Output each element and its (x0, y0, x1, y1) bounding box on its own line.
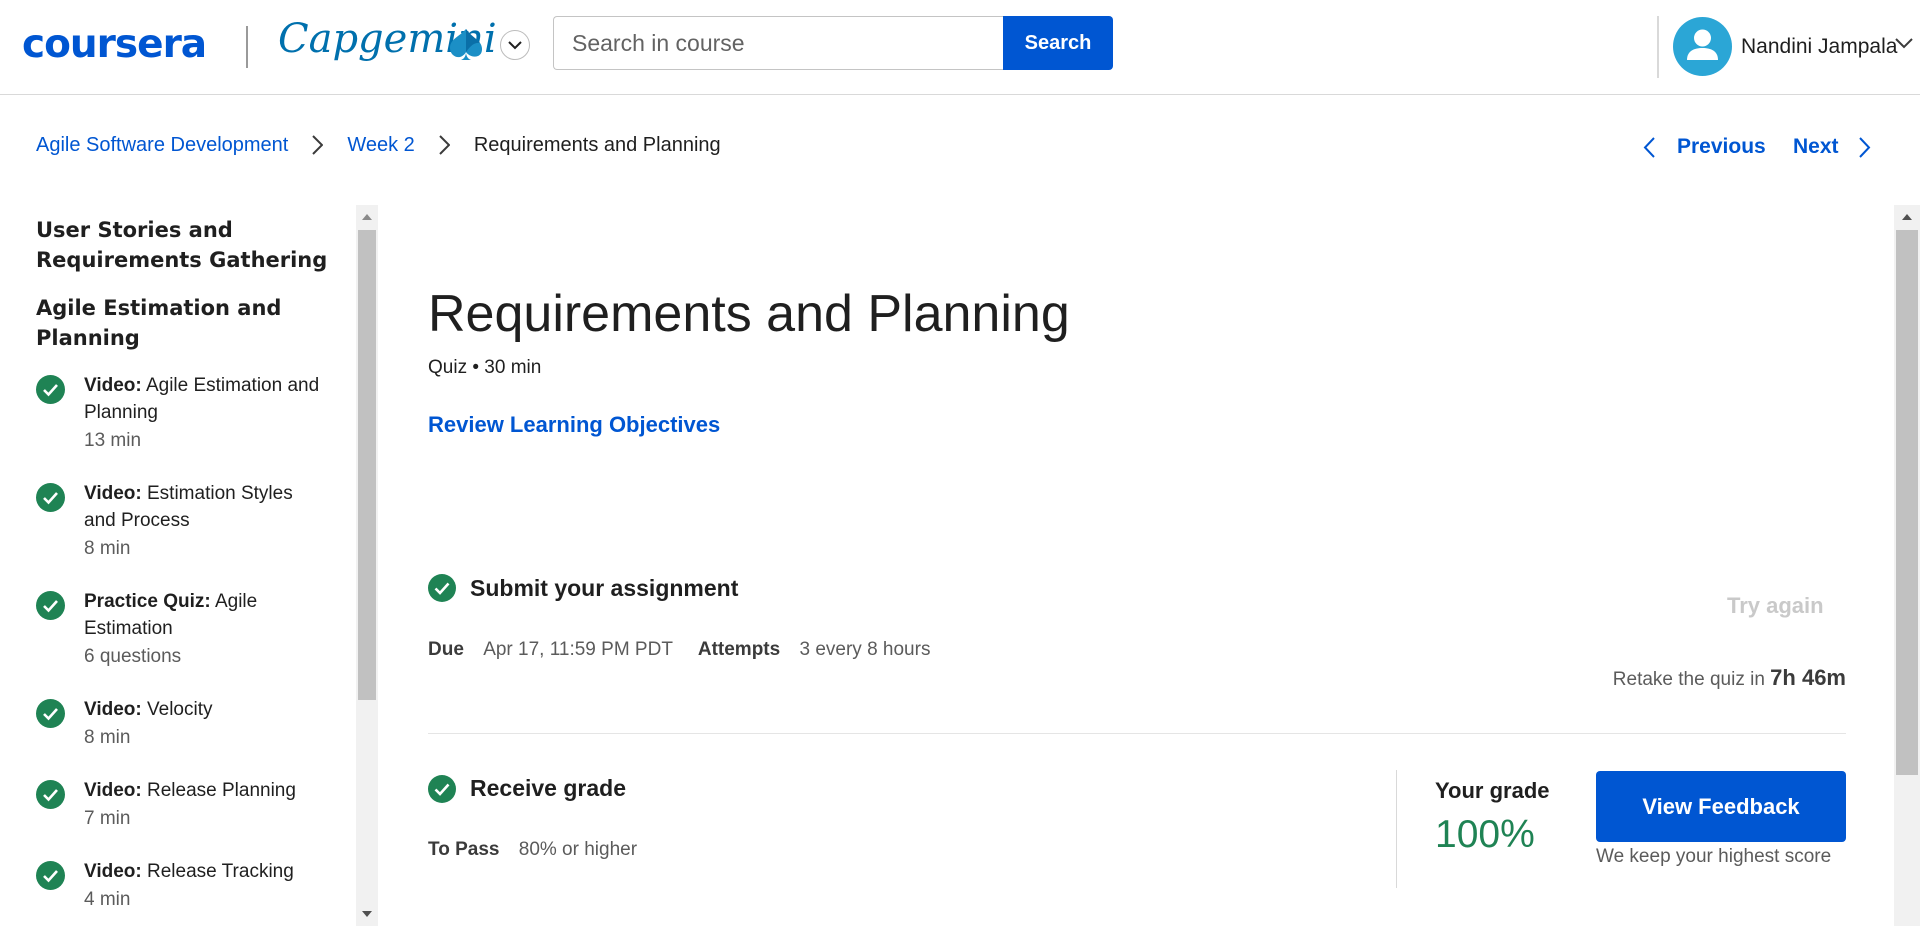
lesson-type: Video: (84, 861, 142, 882)
search-button[interactable]: Search (1003, 16, 1113, 70)
lesson-title: Video: Agile Estimation and Planning (84, 372, 324, 426)
coursera-logo[interactable]: coursera (22, 22, 207, 67)
submit-assignment-title: Submit your assignment (470, 575, 739, 601)
user-silhouette-icon (1687, 29, 1718, 60)
partner-switcher-button[interactable] (500, 30, 530, 60)
breadcrumb-current: Requirements and Planning (473, 133, 721, 156)
chevron-right-icon (1858, 136, 1870, 158)
sidebar-scrollbar-thumb[interactable] (358, 230, 376, 700)
try-again-button[interactable]: Try again (1727, 593, 1824, 619)
completed-check-icon (36, 699, 65, 728)
retake-time: 7h 46m (1770, 665, 1846, 690)
retake-text: Retake the quiz in (1612, 669, 1765, 690)
chevron-down-icon[interactable] (1895, 38, 1913, 49)
item-meta: Quiz • 30 min (428, 357, 542, 378)
lesson-title: Video: Release Tracking (84, 858, 324, 885)
page-title: Requirements and Planning (428, 285, 1070, 343)
to-pass-label: To Pass (428, 839, 500, 860)
retake-countdown: Retake the quiz in 7h 46m (1613, 665, 1846, 691)
lesson-title: Video: Release Planning (84, 777, 324, 804)
lesson-duration: 8 min (84, 727, 131, 748)
completed-check-icon (36, 591, 65, 620)
review-learning-objectives-link[interactable]: Review Learning Objectives (428, 412, 720, 438)
sidebar-section-agile-estimation[interactable]: Agile Estimation and Planning (36, 293, 336, 353)
lesson-type: Video: (84, 483, 142, 504)
scroll-down-arrow-icon[interactable] (362, 911, 372, 917)
lesson-type: Video: (84, 699, 142, 720)
logo-divider (246, 26, 248, 68)
completed-check-icon (36, 483, 65, 512)
top-header: coursera Capgemini Search Nandini Jampal… (0, 0, 1920, 95)
lesson-duration: 4 min (84, 889, 131, 910)
search-input[interactable] (553, 16, 1004, 70)
lesson-name: Release Planning (147, 780, 296, 801)
lesson-duration: 13 min (84, 430, 142, 451)
page-scrollbar-thumb[interactable] (1896, 230, 1918, 775)
lesson-duration: 8 min (84, 538, 131, 559)
completed-check-icon (428, 574, 456, 602)
your-grade-label: Your grade (1435, 778, 1550, 803)
lesson-name: Release Tracking (147, 861, 294, 882)
next-label: Next (1793, 135, 1839, 158)
previous-button[interactable]: Previous (1643, 134, 1766, 160)
breadcrumb-week-link[interactable]: Week 2 (347, 134, 414, 157)
completed-check-icon (36, 861, 65, 890)
header-divider (1657, 16, 1659, 78)
breadcrumb: Agile Software Development Week 2 Requir… (36, 132, 721, 158)
breadcrumb-course-link[interactable]: Agile Software Development (36, 134, 288, 157)
to-pass-value: 80% or higher (518, 839, 638, 860)
lesson-type: Practice Quiz: (84, 591, 211, 612)
next-button[interactable]: Next (1793, 134, 1871, 160)
attempts-value: 3 every 8 hours (799, 639, 931, 660)
section-divider (428, 733, 1846, 734)
lesson-duration: 7 min (84, 808, 131, 829)
lesson-type: Video: (84, 375, 142, 396)
completed-check-icon (36, 780, 65, 809)
to-pass-row: To Pass 80% or higher (428, 839, 637, 861)
lesson-type: Video: (84, 780, 142, 801)
course-outline-sidebar: User Stories and Requirements Gathering … (0, 205, 356, 926)
due-label: Due (428, 639, 464, 660)
lesson-title: Video: Estimation Styles and Process (84, 480, 324, 534)
partner-spade-icon (450, 29, 483, 60)
highest-score-note: We keep your highest score (1596, 846, 1832, 867)
view-feedback-button[interactable]: View Feedback (1596, 771, 1846, 842)
user-avatar-icon[interactable] (1673, 17, 1732, 76)
chevron-left-icon (1643, 136, 1655, 158)
lesson-duration: 6 questions (84, 646, 182, 667)
chevron-right-icon (312, 135, 324, 155)
chevron-right-icon (439, 135, 450, 155)
lesson-title: Practice Quiz: Agile Estimation (84, 588, 324, 642)
sidebar-section-user-stories[interactable]: User Stories and Requirements Gathering (36, 215, 336, 275)
attempts-label: Attempts (697, 639, 781, 660)
chevron-down-icon (508, 40, 522, 49)
previous-label: Previous (1677, 135, 1766, 158)
grade-divider (1396, 770, 1397, 888)
completed-check-icon (36, 375, 65, 404)
receive-grade-title: Receive grade (470, 775, 626, 801)
your-grade-value: 100% (1435, 813, 1535, 856)
lesson-name: Velocity (147, 699, 213, 720)
lesson-title: Video: Velocity (84, 696, 324, 723)
page-scrollbar[interactable] (1894, 205, 1920, 926)
sidebar-scrollbar[interactable] (356, 205, 378, 926)
completed-check-icon (428, 775, 456, 803)
scroll-up-arrow-icon[interactable] (1902, 214, 1912, 220)
due-row: Due Apr 17, 11:59 PM PDT Attempts 3 ever… (428, 639, 930, 661)
user-name[interactable]: Nandini Jampala (1741, 35, 1897, 59)
due-value: Apr 17, 11:59 PM PDT (483, 639, 673, 660)
quiz-main-content: Requirements and Planning Quiz • 30 min … (380, 205, 1894, 926)
scroll-up-arrow-icon[interactable] (362, 214, 372, 220)
